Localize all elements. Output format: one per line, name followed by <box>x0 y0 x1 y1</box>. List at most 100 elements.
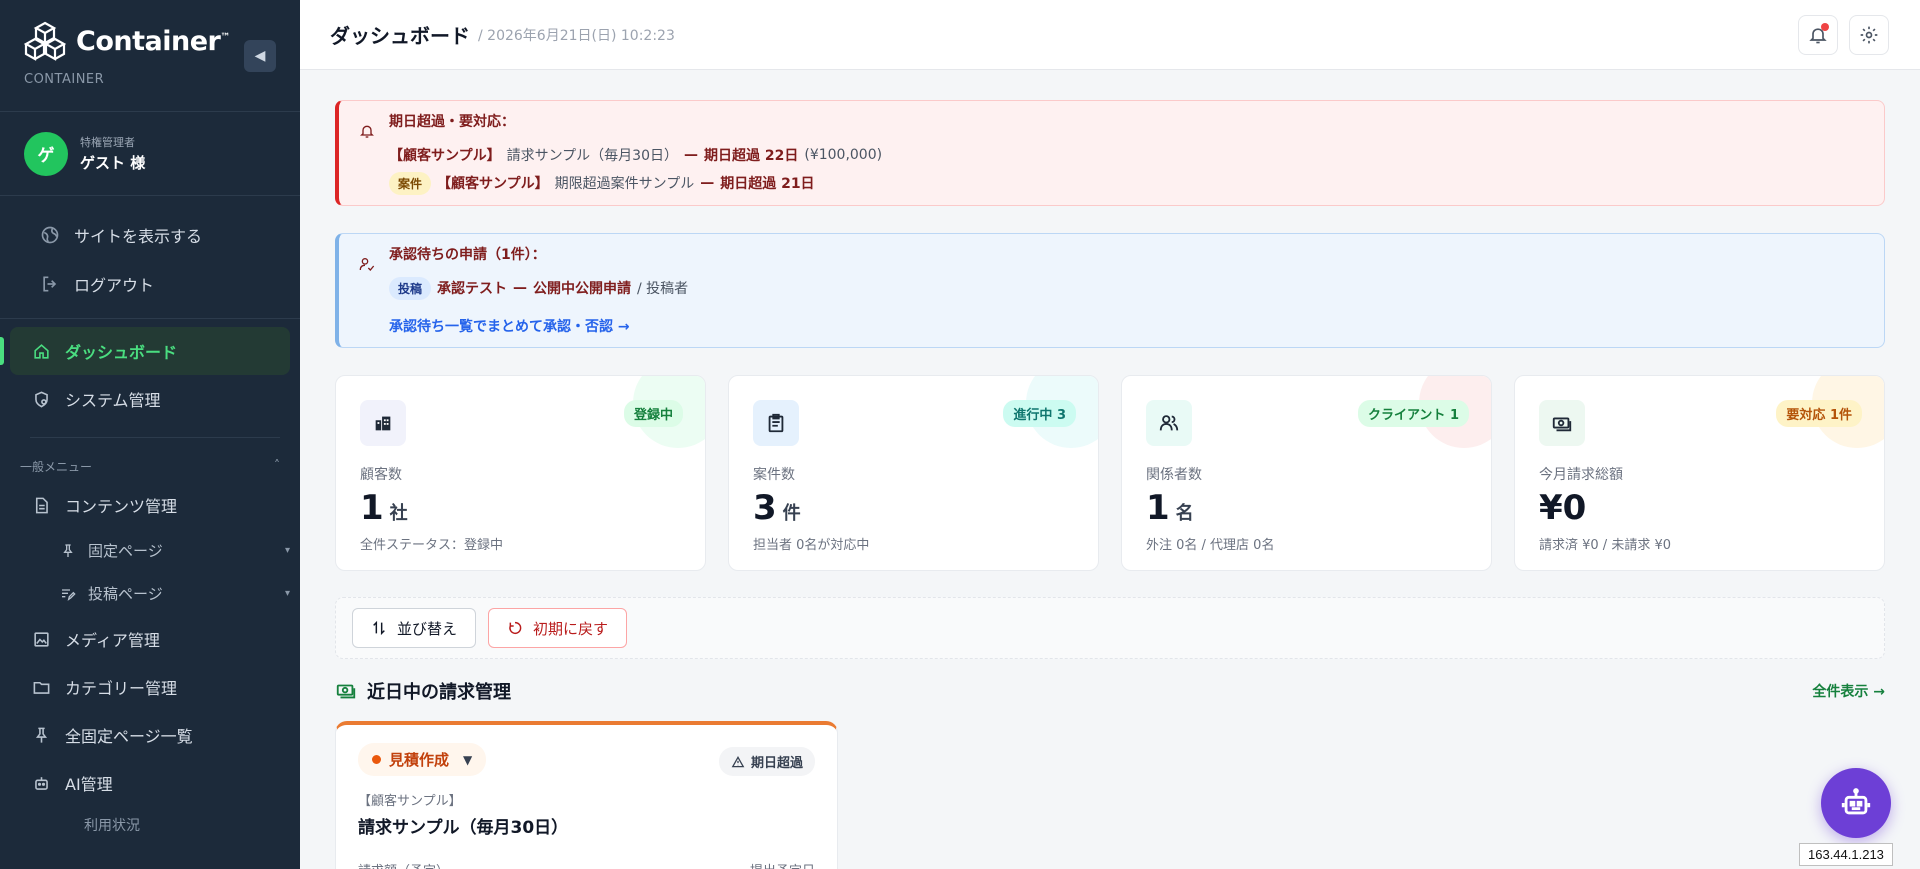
ai-assistant-button[interactable] <box>1821 768 1891 838</box>
overdue-alert-item[interactable]: 【顧客サンプル】 請求サンプル（毎月30日） — 期日超過 22日 (¥100,… <box>389 141 1864 169</box>
nav-label: 利用状況 <box>84 818 140 834</box>
approval-list-link[interactable]: 承認待ち一覧でまとめて承認・否認 → <box>389 316 1864 336</box>
nav-label: 全固定ページ一覧 <box>65 727 193 746</box>
edit-list-icon <box>62 588 76 601</box>
stat-card-members[interactable]: クライアント 1 関係者数 1名 外注 0名 / 代理店 0名 <box>1121 375 1492 571</box>
approval-alert-title: 承認待ちの申請（1件）： <box>389 247 546 263</box>
stat-card-clients[interactable]: 登録中 顧客数 1社 全件ステータス：登録中 <box>335 375 706 571</box>
nav-item-content[interactable]: コンテンツ管理 <box>0 481 300 529</box>
stat-label: 案件数 <box>753 467 795 483</box>
caret-down-icon: ▾ <box>284 545 290 556</box>
sort-arrows-icon <box>373 620 385 636</box>
billing-section-header: 近日中の請求管理 全件表示 → <box>335 677 1885 705</box>
stat-value: 1社 <box>360 488 408 528</box>
money-icon <box>1552 417 1572 432</box>
billing-client: 【顧客サンプル】 <box>358 794 462 809</box>
user-check-icon <box>359 258 375 271</box>
nav-item-fixed-page[interactable]: 固定ページ ▾ <box>0 529 300 572</box>
nav-item-category[interactable]: カテゴリー管理 <box>0 663 300 711</box>
settings-button[interactable] <box>1849 15 1889 55</box>
page-date: / 2026年6月21日(日) 10:2:23 <box>478 27 675 44</box>
triangle-down-icon: ▼ <box>463 752 473 767</box>
main-content: 期日超過・要対応： 【顧客サンプル】 請求サンプル（毎月30日） — 期日超過 … <box>335 100 1885 869</box>
billing-name: 請求サンプル（毎月30日） <box>358 818 569 838</box>
stat-subtext: 外注 0名 / 代理店 0名 <box>1146 538 1275 553</box>
image-icon <box>34 631 49 647</box>
nav-item-post-page[interactable]: 投稿ページ ▾ <box>0 572 300 615</box>
nav-label: カテゴリー管理 <box>65 679 178 698</box>
stat-subtext: 担当者 0名が対応中 <box>753 538 870 553</box>
nav-label: システム管理 <box>65 391 161 410</box>
sidebar: Container™ CONTAINER ◀ ゲ 特権管理者 ゲスト 様 サイト… <box>0 0 300 869</box>
stat-subtext: 請求済 ¥0 / 未請求 ¥0 <box>1539 538 1671 553</box>
nav-divider <box>30 437 280 438</box>
logout-icon <box>43 276 57 291</box>
approval-alert: 承認待ちの申請（1件）： 投稿 承認テスト — 公開中公開申請 / 投稿者 承認… <box>335 233 1885 348</box>
user-role: 特権管理者 <box>80 136 135 149</box>
users-icon <box>1159 415 1179 431</box>
nav-label: ダッシュボード <box>65 343 178 362</box>
nav-label: 固定ページ <box>88 542 163 560</box>
main-nav: ダッシュボード システム管理 一般メニュー ˄ コンテンツ管理 固定ページ ▾ 投… <box>0 319 300 843</box>
reset-button[interactable]: 初期に戻す <box>488 608 628 648</box>
brand-area: Container™ CONTAINER ◀ <box>0 0 300 112</box>
stat-card-billing[interactable]: 要対応 1件 今月請求総額 ¥0 請求済 ¥0 / 未請求 ¥0 <box>1514 375 1885 571</box>
stat-badge: 要対応 1件 <box>1776 400 1862 427</box>
status-dropdown[interactable]: 見積作成 ▼ <box>358 743 487 776</box>
ip-address: 163.44.1.213 <box>1799 843 1893 866</box>
view-all-link[interactable]: 全件表示 → <box>1812 681 1885 701</box>
pin-icon <box>63 543 73 557</box>
overdue-alert: 期日超過・要対応： 【顧客サンプル】 請求サンプル（毎月30日） — 期日超過 … <box>335 100 1885 206</box>
nav-label: AI管理 <box>65 775 113 794</box>
globe-icon <box>41 226 59 243</box>
billing-section-title: 近日中の請求管理 <box>335 678 511 704</box>
document-icon <box>35 497 48 513</box>
stats-row: 登録中 顧客数 1社 全件ステータス：登録中 進行中 3 案件数 3件 担当者 … <box>335 375 1885 571</box>
nav-item-usage[interactable]: 利用状況 <box>0 807 300 843</box>
nav-item-ai[interactable]: AI管理 <box>0 759 300 807</box>
nav-item-media[interactable]: メディア管理 <box>0 615 300 663</box>
nav-label: 投稿ページ <box>88 585 163 603</box>
logout-link[interactable]: ログアウト <box>0 259 300 308</box>
stat-value: 1名 <box>1146 488 1194 528</box>
clipboard-icon <box>768 413 784 433</box>
notifications-button[interactable] <box>1798 15 1838 55</box>
nav-item-all-fixed[interactable]: 全固定ページ一覧 <box>0 711 300 759</box>
stat-label: 今月請求総額 <box>1539 467 1623 483</box>
top-header: ダッシュボード / 2026年6月21日(日) 10:2:23 <box>300 0 1920 70</box>
view-site-link[interactable]: サイトを表示する <box>0 210 300 259</box>
layout-toolbar: 並び替え 初期に戻す <box>335 597 1885 659</box>
user-name: ゲスト 様 <box>80 154 146 172</box>
nav-label: コンテンツ管理 <box>65 497 178 516</box>
robot-icon <box>1841 788 1871 815</box>
overdue-alert-title: 期日超過・要対応： <box>389 114 515 130</box>
sort-button[interactable]: 並び替え <box>352 608 477 648</box>
user-panel: ゲ 特権管理者 ゲスト 様 <box>0 112 300 196</box>
overdue-alert-item[interactable]: 案件 【顧客サンプル】 期限超過案件サンプル — 期日超過 21日 <box>389 169 1864 197</box>
nav-label: メディア管理 <box>65 631 160 650</box>
stat-badge: 登録中 <box>623 400 683 427</box>
notification-dot <box>1821 23 1829 31</box>
nav-group-header[interactable]: 一般メニュー ˄ <box>0 448 300 481</box>
post-badge: 投稿 <box>389 276 432 300</box>
money-icon <box>336 684 356 699</box>
stat-badge: 進行中 3 <box>1003 400 1076 427</box>
collapse-sidebar-button[interactable]: ◀ <box>244 40 276 72</box>
nav-item-dashboard[interactable]: ダッシュボード <box>0 327 290 375</box>
nav-item-system[interactable]: システム管理 <box>0 375 300 423</box>
robot-icon <box>35 776 48 790</box>
bell-alert-icon <box>360 125 374 138</box>
stat-badge: クライアント 1 <box>1357 400 1469 427</box>
avatar: ゲ <box>24 131 68 176</box>
billing-card[interactable]: 見積作成 ▼ 期日超過 【顧客サンプル】 請求サンプル（毎月30日） 請求額（予… <box>335 721 838 869</box>
cube-logo-icon <box>24 21 66 61</box>
page-title: ダッシュボード <box>330 24 470 48</box>
stat-label: 関係者数 <box>1146 467 1202 483</box>
approval-alert-item[interactable]: 投稿 承認テスト — 公開中公開申請 / 投稿者 <box>389 274 1864 302</box>
stat-subtext: 全件ステータス：登録中 <box>360 538 504 553</box>
stat-label: 顧客数 <box>360 467 402 483</box>
overdue-badge: 期日超過 <box>718 747 815 776</box>
amount-label: 請求額（予定） <box>358 860 449 869</box>
stat-card-projects[interactable]: 進行中 3 案件数 3件 担当者 0名が対応中 <box>728 375 1099 571</box>
brand-name: Container™ <box>76 25 230 57</box>
